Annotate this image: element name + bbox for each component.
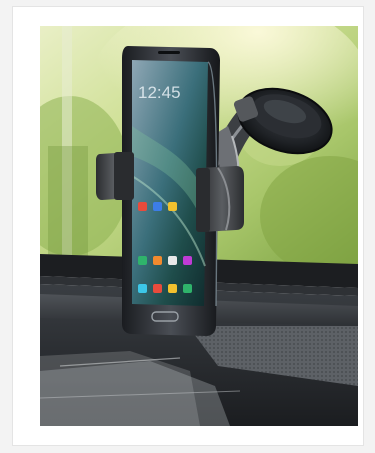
phone-clock-text: 12:45: [138, 83, 181, 102]
phone-speaker: [158, 51, 180, 54]
product-photo[interactable]: 12:45: [40, 26, 358, 426]
phone-mount-illustration: 12:45: [40, 26, 358, 426]
